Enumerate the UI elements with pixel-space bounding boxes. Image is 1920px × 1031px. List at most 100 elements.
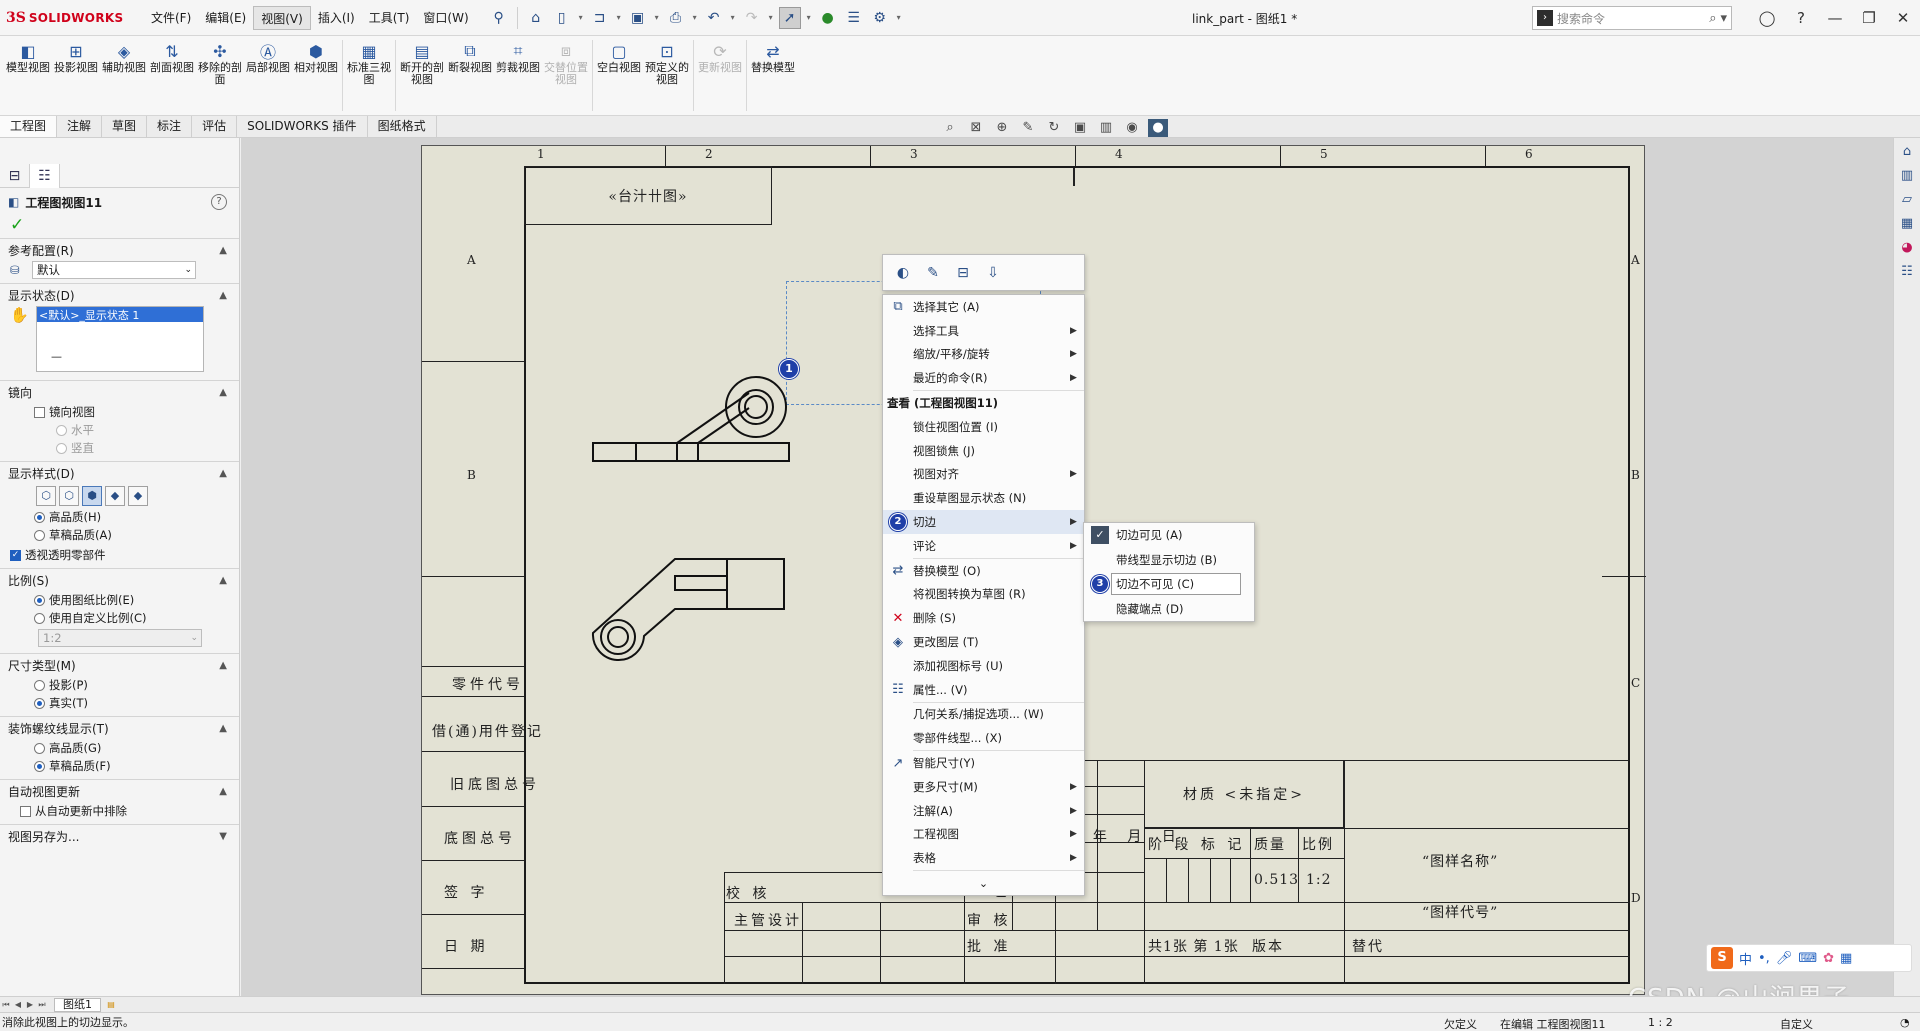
- lock-icon[interactable]: ⇩: [983, 263, 1003, 283]
- display-state-header[interactable]: 显示状态(D) ▲: [0, 286, 239, 306]
- save-view-as-header[interactable]: 视图另存为... ▼: [0, 827, 239, 847]
- file-properties-icon[interactable]: ☰: [843, 7, 865, 29]
- hidden-lines-visible-icon[interactable]: ⬡: [59, 486, 79, 506]
- menu-tools[interactable]: 工具(T): [362, 6, 417, 30]
- search-icon[interactable]: ⌕: [1709, 11, 1716, 26]
- menu-file[interactable]: 文件(F): [144, 6, 198, 30]
- exclude-update-row[interactable]: 从自动更新中排除: [0, 802, 239, 820]
- options-gear-icon[interactable]: ⚙: [869, 7, 891, 29]
- skin-icon[interactable]: ✿: [1823, 951, 1834, 966]
- empty-view-button[interactable]: ▢ 空白视图: [595, 36, 643, 115]
- search-command-box[interactable]: › 搜索命令 ⌕ ▾: [1532, 6, 1732, 30]
- status-scale[interactable]: 1 : 2: [1648, 1016, 1673, 1029]
- context-menu-item[interactable]: 注解(A) ▶: [883, 799, 1084, 823]
- radio-horizontal[interactable]: [56, 424, 67, 436]
- context-menu-item[interactable]: ⇄ 替换模型 (O): [883, 559, 1084, 583]
- pin-icon[interactable]: ⚲: [488, 7, 510, 29]
- zoom-to-fit-icon[interactable]: ⌕: [940, 119, 960, 137]
- radio-thread-high[interactable]: [34, 742, 45, 754]
- context-menu-item[interactable]: 几何关系/捕捉选项... (W): [883, 703, 1084, 727]
- context-menu-item[interactable]: 评论 ▶: [883, 534, 1084, 558]
- help-icon[interactable]: ?: [1784, 9, 1818, 27]
- appearances-icon[interactable]: ◕: [1897, 238, 1917, 258]
- zoom-to-area-icon[interactable]: ⊠: [966, 119, 986, 137]
- rebuild-traffic-light-icon[interactable]: ●: [817, 7, 839, 29]
- tab-markup[interactable]: 标注: [147, 116, 193, 137]
- tab-annotation[interactable]: 注解: [57, 116, 103, 137]
- view-settings-icon[interactable]: ▥: [1096, 119, 1116, 137]
- mirror-header[interactable]: 镜向 ▲: [0, 383, 239, 403]
- submenu-item-tangent-with-font[interactable]: 带线型显示切边 (B): [1084, 548, 1254, 573]
- chevron-down-icon[interactable]: ▾: [615, 13, 623, 22]
- auto-update-header[interactable]: 自动视图更新 ▲: [0, 782, 239, 802]
- broken-out-section-button[interactable]: ▤ 断开的剖视图: [398, 36, 446, 115]
- custom-properties-icon[interactable]: ☷: [1897, 262, 1917, 282]
- standard-3-view-button[interactable]: ▦ 标准三视图: [345, 36, 393, 115]
- print-icon[interactable]: ⎙: [665, 7, 687, 29]
- radio-true[interactable]: [34, 697, 45, 709]
- solidworks-logo[interactable]: 3S SOLIDWORKS: [6, 10, 136, 26]
- model-view-button[interactable]: ◧ 模型视图: [4, 36, 52, 115]
- punctuation-icon[interactable]: •,: [1758, 951, 1770, 966]
- select-arrow-icon[interactable]: ➚: [778, 6, 801, 29]
- menu-edit[interactable]: 编辑(E): [198, 6, 253, 30]
- context-menu-item[interactable]: ☷ 属性... (V): [883, 678, 1084, 702]
- context-menu-item[interactable]: 重设草图显示状态 (N): [883, 486, 1084, 510]
- tab-evaluate[interactable]: 评估: [192, 116, 238, 137]
- undo-icon[interactable]: ↶: [703, 7, 725, 29]
- status-help-icon[interactable]: ◔: [1900, 1016, 1910, 1029]
- view-palette-icon[interactable]: ▦: [1897, 214, 1917, 234]
- list-item-selected[interactable]: <默认>_显示状态 1: [37, 307, 203, 322]
- thread-high-row[interactable]: 高品质(G): [0, 739, 239, 757]
- display-style-icon[interactable]: ▣: [1070, 119, 1090, 137]
- crop-view-button[interactable]: ⌗ 剪裁视图: [494, 36, 542, 115]
- exclude-update-checkbox[interactable]: [20, 805, 31, 817]
- view-properties-icon[interactable]: ◐: [893, 263, 913, 283]
- context-menu-item[interactable]: ✕ 删除 (S): [883, 606, 1084, 630]
- redo-icon[interactable]: ↷: [741, 7, 763, 29]
- context-menu-item[interactable]: 2 切边 ▶: [883, 510, 1084, 534]
- dim-type-header[interactable]: 尺寸类型(M) ▲: [0, 656, 239, 676]
- chevron-down-icon[interactable]: ▾: [767, 13, 775, 22]
- search-input[interactable]: 搜索命令: [1557, 10, 1709, 27]
- menu-window[interactable]: 窗口(W): [416, 6, 475, 30]
- menu-view[interactable]: 视图(V): [253, 5, 311, 30]
- file-explorer-icon[interactable]: ▱: [1897, 190, 1917, 210]
- ok-check-button[interactable]: ✓: [0, 216, 239, 238]
- context-menu-item[interactable]: 最近的命令(R) ▶: [883, 366, 1084, 390]
- dim-projected-row[interactable]: 投影(P): [0, 676, 239, 694]
- context-menu-item[interactable]: 零部件线型... (X): [883, 726, 1084, 750]
- chevron-down-icon[interactable]: ▾: [895, 13, 903, 22]
- home-icon[interactable]: ⌂: [1897, 142, 1917, 162]
- custom-scale-row[interactable]: 使用自定义比例(C): [0, 609, 239, 627]
- next-sheet-icon[interactable]: ▶: [24, 1000, 36, 1009]
- custom-scale-select[interactable]: 1:2 ⌄: [38, 629, 202, 647]
- section-view-button[interactable]: ⇅ 剖面视图: [148, 36, 196, 115]
- alternate-position-view-button[interactable]: ⧈ 交替位置视图: [542, 36, 590, 115]
- align-icon[interactable]: ⊟: [953, 263, 973, 283]
- radio-projected[interactable]: [34, 679, 45, 691]
- last-sheet-icon[interactable]: ⏭: [36, 1000, 48, 1010]
- zoom-in-out-icon[interactable]: ⊕: [992, 119, 1012, 137]
- break-view-button[interactable]: ⧉ 断裂视图: [446, 36, 494, 115]
- dim-true-row[interactable]: 真实(T): [0, 694, 239, 712]
- rotate-icon[interactable]: ↻: [1044, 119, 1064, 137]
- menu-insert[interactable]: 插入(I): [311, 6, 362, 30]
- hidden-lines-removed-icon[interactable]: ⬢: [82, 486, 102, 506]
- chevron-down-icon[interactable]: ▾: [653, 13, 661, 22]
- microphone-icon[interactable]: 🎤︎: [1776, 951, 1793, 966]
- expand-menu-chevron-icon[interactable]: ⌄: [883, 871, 1084, 895]
- transparent-row[interactable]: ✓ 透视透明零部件: [0, 546, 239, 564]
- cosmetic-thread-header[interactable]: 装饰螺纹线显示(T) ▲: [0, 719, 239, 739]
- display-style-header[interactable]: 显示样式(D) ▲: [0, 464, 239, 484]
- context-menu-item[interactable]: 将视图转换为草图 (R): [883, 583, 1084, 607]
- scale-header[interactable]: 比例(S) ▲: [0, 571, 239, 591]
- toolbox-icon[interactable]: ▦: [1840, 951, 1852, 966]
- mirror-view-row[interactable]: 镜向视图: [0, 403, 239, 421]
- ime-toolbar[interactable]: S 中 •, 🎤︎ ⌨ ✿ ▦: [1706, 944, 1912, 972]
- context-menu-item[interactable]: 更多尺寸(M) ▶: [883, 775, 1084, 799]
- tab-drawing[interactable]: 工程图: [0, 116, 58, 137]
- restore-button[interactable]: ❐: [1852, 9, 1886, 27]
- context-menu-item[interactable]: ↗ 智能尺寸(Y): [883, 751, 1084, 775]
- hide-show-icon[interactable]: ◉: [1122, 119, 1142, 137]
